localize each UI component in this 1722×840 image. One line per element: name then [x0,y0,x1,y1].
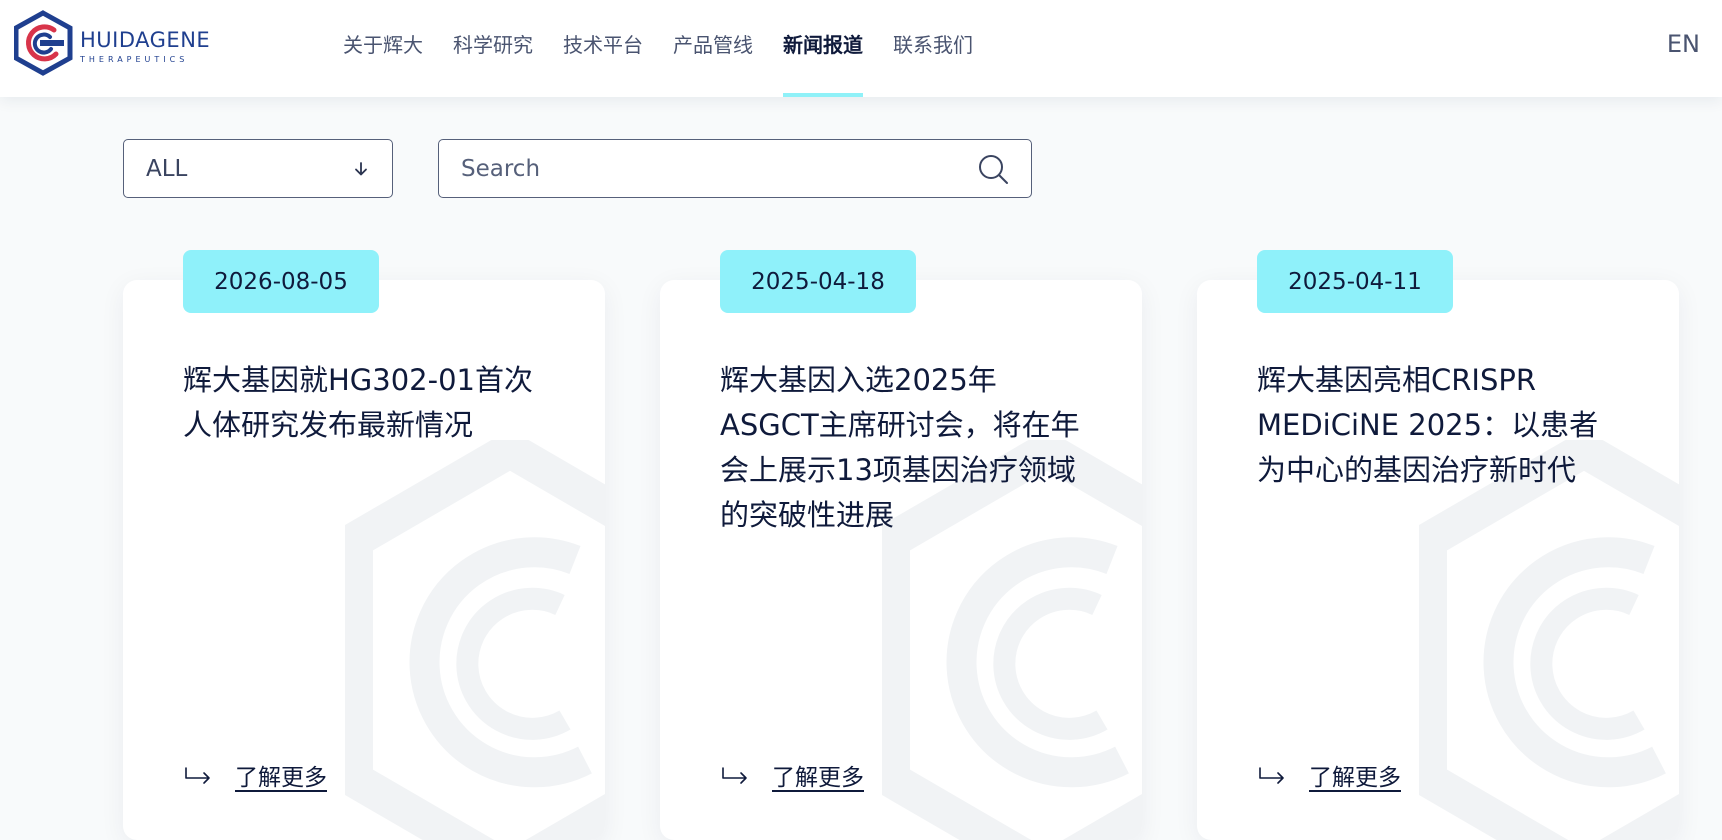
read-more-link[interactable]: 了解更多 [1257,758,1401,792]
read-more-label: 了解更多 [1309,765,1401,791]
news-title[interactable]: 辉大基因亮相CRISPR MEDiCiNE 2025：以患者为中心的基因治疗新时… [1257,358,1627,493]
brand-name: HUIDAGENE [80,28,210,52]
return-arrow-icon [722,767,747,784]
nav-item-news[interactable]: 新闻报道 [768,0,878,97]
news-card[interactable]: 辉大基因入选2025年ASGCT主席研讨会，将在年会上展示13项基因治疗领域的突… [660,280,1142,840]
news-title[interactable]: 辉大基因入选2025年ASGCT主席研讨会，将在年会上展示13项基因治疗领域的突… [720,358,1090,538]
search-input[interactable] [461,155,977,182]
news-list: 辉大基因就HG302-01首次人体研究发布最新情况 了解更多 2026-08-0… [123,250,1679,840]
read-more-link[interactable]: 了解更多 [183,758,327,792]
brand-logo[interactable]: HUIDAGENE THERAPEUTICS [14,10,244,78]
search-box [438,139,1032,198]
return-arrow-icon [185,767,210,784]
nav-item-pipeline[interactable]: 产品管线 [658,0,768,97]
hexagon-g-logo-icon: HUIDAGENE THERAPEUTICS [14,10,210,76]
category-select-value: ALL [146,155,188,182]
read-more-link[interactable]: 了解更多 [720,758,864,792]
brand-tagline: THERAPEUTICS [79,55,188,64]
category-select[interactable]: ALL [123,139,393,198]
read-more-label: 了解更多 [772,765,864,791]
news-date-badge: 2025-04-11 [1257,250,1453,313]
return-arrow-icon [1259,767,1284,784]
news-title[interactable]: 辉大基因就HG302-01首次人体研究发布最新情况 [183,358,553,448]
nav-item-science[interactable]: 科学研究 [438,0,548,97]
news-card[interactable]: 辉大基因亮相CRISPR MEDiCiNE 2025：以患者为中心的基因治疗新时… [1197,280,1679,840]
site-header: HUIDAGENE THERAPEUTICS 关于辉大 科学研究 技术平台 产品… [0,0,1722,97]
read-more-label: 了解更多 [235,765,327,791]
main-nav: 关于辉大 科学研究 技术平台 产品管线 新闻报道 联系我们 [328,0,988,97]
news-date-badge: 2026-08-05 [183,250,379,313]
chevron-down-icon [355,161,367,175]
watermark-hexagon-icon [1419,440,1679,840]
news-card[interactable]: 辉大基因就HG302-01首次人体研究发布最新情况 了解更多 [123,280,605,840]
watermark-hexagon-icon [345,440,605,840]
nav-item-about[interactable]: 关于辉大 [328,0,438,97]
nav-item-platform[interactable]: 技术平台 [548,0,658,97]
language-switch[interactable]: EN [1667,30,1700,58]
nav-item-contact[interactable]: 联系我们 [878,0,988,97]
news-date-badge: 2025-04-18 [720,250,916,313]
search-icon[interactable] [977,153,1009,185]
